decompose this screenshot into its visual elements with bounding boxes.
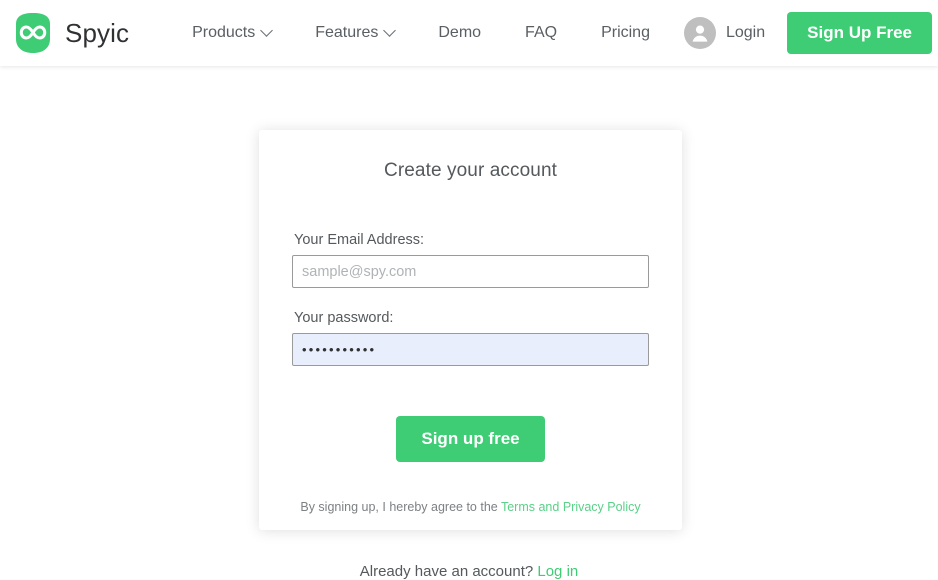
nav-item-faq[interactable]: FAQ xyxy=(503,24,579,42)
login-link[interactable]: Login xyxy=(683,17,766,49)
sign-up-free-submit-button[interactable]: Sign up free xyxy=(396,416,545,462)
chevron-down-icon xyxy=(260,23,274,37)
header-actions: Login Sign Up Free xyxy=(683,12,938,54)
page-title: Create your account xyxy=(384,160,557,181)
terms-and-privacy-policy-link[interactable]: Terms and Privacy Policy xyxy=(501,500,641,514)
chevron-down-icon xyxy=(383,23,397,37)
already-have-account-text: Already have an account? xyxy=(359,563,538,580)
email-field-group: Your Email Address: xyxy=(292,232,649,288)
terms-prefix: By signing up, I hereby agree to the xyxy=(300,500,501,514)
brand-name: Spyic xyxy=(65,18,130,48)
page-body: Create your account Your Email Address: … xyxy=(0,66,938,580)
user-avatar-icon xyxy=(683,17,716,49)
nav-item-pricing[interactable]: Pricing xyxy=(579,24,672,42)
nav-item-pricing-label: Pricing xyxy=(601,24,650,41)
signup-card: Create your account Your Email Address: … xyxy=(259,130,682,530)
nav-item-faq-label: FAQ xyxy=(525,24,558,41)
terms-agreement-text: By signing up, I hereby agree to the Ter… xyxy=(292,500,649,514)
email-input[interactable] xyxy=(292,255,649,288)
infinity-shield-logo-icon xyxy=(12,12,54,54)
nav-item-features-label: Features xyxy=(315,24,379,41)
nav-item-products-label: Products xyxy=(192,24,256,41)
site-header: Spyic Products Features Demo FAQ Pricing xyxy=(0,0,938,66)
password-field-group: Your password: xyxy=(292,310,649,366)
main-navigation: Products Features Demo FAQ Pricing xyxy=(170,23,672,42)
email-field-label: Your Email Address: xyxy=(294,232,425,248)
already-have-account-prompt: Already have an account? Log in xyxy=(0,563,938,580)
nav-item-demo-label: Demo xyxy=(438,24,482,41)
nav-item-features[interactable]: Features xyxy=(293,23,416,42)
password-field-label: Your password: xyxy=(294,310,394,326)
header-signup-free-button[interactable]: Sign Up Free xyxy=(787,12,932,54)
log-in-link[interactable]: Log in xyxy=(537,563,578,580)
login-label: Login xyxy=(725,24,766,41)
submit-row: Sign up free xyxy=(292,416,649,462)
nav-item-products[interactable]: Products xyxy=(170,23,293,42)
nav-item-demo[interactable]: Demo xyxy=(416,24,503,42)
password-input[interactable] xyxy=(292,333,649,366)
brand-logo-link[interactable]: Spyic xyxy=(12,12,129,54)
